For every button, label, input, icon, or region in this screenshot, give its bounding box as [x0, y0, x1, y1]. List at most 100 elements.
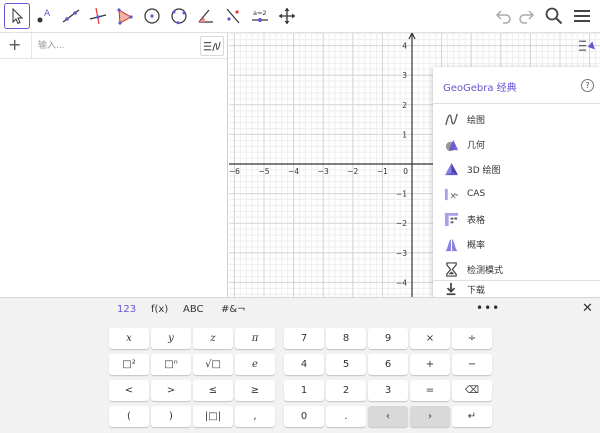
perpendicular-line-icon — [89, 7, 107, 25]
circle-center-tool-button[interactable] — [139, 3, 165, 29]
keyboard-key[interactable]: , — [235, 406, 275, 427]
axis-tick-label: −4 — [396, 278, 407, 287]
keyboard-key[interactable]: 8 — [326, 328, 366, 349]
keyboard-key[interactable]: 0 — [284, 406, 324, 427]
keyboard-key[interactable]: ) — [151, 406, 191, 427]
redo-button[interactable] — [514, 4, 538, 28]
angle-icon — [198, 9, 213, 23]
keyboard-key[interactable]: 1 — [284, 380, 324, 401]
search-icon — [545, 7, 563, 25]
keyboard-key[interactable]: ÷ — [452, 328, 492, 349]
axis-tick-label: 0 — [403, 167, 408, 176]
keyboard-key[interactable]: × — [410, 328, 450, 349]
undo-icon — [495, 10, 511, 24]
exam-mode-icon — [443, 261, 459, 277]
keyboard-key[interactable]: |□| — [193, 406, 233, 427]
axis-tick-label: −3 — [396, 249, 407, 258]
keyboard-tab-symbols[interactable]: #&¬ — [221, 304, 246, 315]
axis-tick-label: −4 — [288, 167, 299, 176]
keyboard-key[interactable]: 7 — [284, 328, 324, 349]
keyboard-key[interactable]: − — [452, 354, 492, 375]
keyboard-key[interactable]: π — [235, 328, 275, 349]
keyboard-key[interactable]: □² — [109, 354, 149, 375]
menu-item-label: 绘图 — [467, 115, 486, 126]
undo-button[interactable] — [492, 4, 516, 28]
algebra-row-divider — [31, 33, 32, 59]
keyboard-key[interactable]: < — [109, 380, 149, 401]
keyboard-tab-numbers[interactable]: 123 — [117, 304, 136, 315]
keyboard-key[interactable]: 5 — [326, 354, 366, 375]
keyboard-key[interactable]: z — [193, 328, 233, 349]
graphing-icon — [443, 111, 459, 127]
keyboard-key[interactable]: e — [235, 354, 275, 375]
menu-item-3d-graphing[interactable]: 3D 绘图 — [433, 157, 600, 181]
keyboard-key[interactable]: √□ — [193, 354, 233, 375]
menu-item-cas[interactable]: × CAS — [433, 182, 600, 206]
menu-item-spreadsheet[interactable]: 表格 — [433, 207, 600, 231]
move-tool-button[interactable] — [4, 3, 30, 29]
menu-item-exam-mode[interactable]: 检测模式 — [433, 257, 600, 281]
slider-tool-label: a=2 — [253, 9, 267, 17]
axis-tick-label: 3 — [402, 71, 407, 80]
circle-with-center-icon — [144, 8, 160, 24]
keyboard-key[interactable]: 6 — [368, 354, 408, 375]
menu-item-graphing[interactable]: 绘图 — [433, 107, 600, 131]
keyboard-key[interactable]: ( — [109, 406, 149, 427]
keyboard-key[interactable]: + — [410, 354, 450, 375]
keyboard-key[interactable]: > — [151, 380, 191, 401]
keyboard-key[interactable]: 2 — [326, 380, 366, 401]
keyboard-key[interactable]: 3 — [368, 380, 408, 401]
menu-item-label: 下载 — [467, 285, 486, 296]
keyboard-key[interactable]: = — [410, 380, 450, 401]
enter-key[interactable]: ↵ — [452, 406, 492, 427]
probability-icon — [443, 236, 459, 252]
keyboard-key[interactable]: ‹ — [368, 406, 408, 427]
polygon-tool-button[interactable] — [112, 3, 138, 29]
keyboard-key[interactable]: x — [109, 328, 149, 349]
menu-item-probability[interactable]: 概率 — [433, 232, 600, 256]
graphics-style-button[interactable] — [577, 37, 597, 55]
line-icon — [62, 9, 80, 23]
perpendicular-tool-button[interactable] — [85, 3, 111, 29]
cas-icon: × — [443, 186, 459, 202]
circle-three-points-icon — [171, 8, 187, 25]
keyboard-key[interactable]: . — [326, 406, 366, 427]
close-keyboard-icon[interactable]: ✕ — [582, 301, 593, 316]
point-tool-button[interactable]: A — [31, 3, 57, 29]
algebra-view: + 输入... — [0, 33, 228, 297]
line-tool-button[interactable] — [58, 3, 84, 29]
help-icon[interactable]: ? — [581, 79, 594, 92]
cross-arrows-icon — [279, 8, 295, 24]
main-menu-button[interactable] — [570, 4, 594, 28]
keyboard-key[interactable]: □ⁿ — [151, 354, 191, 375]
keyboard-key[interactable]: y — [151, 328, 191, 349]
menu-item-label: 几何 — [467, 140, 486, 151]
keyboard-tab-functions[interactable]: f(x) — [151, 304, 168, 315]
keyboard-key[interactable]: ≤ — [193, 380, 233, 401]
keyboard-key[interactable]: 4 — [284, 354, 324, 375]
menu-title: GeoGebra 经典 — [443, 83, 517, 94]
angle-tool-button[interactable] — [193, 3, 219, 29]
more-options-icon[interactable]: ••• — [476, 301, 500, 315]
algebra-input-row: + 输入... — [0, 33, 227, 59]
slider-tool-button[interactable]: a=2 — [247, 3, 273, 29]
keyboard-key[interactable]: › — [410, 406, 450, 427]
redo-icon — [519, 10, 535, 24]
reflect-tool-button[interactable] — [220, 3, 246, 29]
algebra-input[interactable]: 输入... — [38, 38, 65, 51]
search-button[interactable] — [542, 4, 566, 28]
keyboard-key[interactable]: ≥ — [235, 380, 275, 401]
menu-item-geometry[interactable]: 几何 — [433, 132, 600, 156]
virtual-keyboard: 123 f(x) ABC #&¬ ••• ✕ x y z π □² □ⁿ √□ e < > ≤ ≥ ()… — [0, 297, 600, 433]
move-view-tool-button[interactable] — [274, 3, 300, 29]
geometry-icon — [443, 136, 459, 152]
keyboard-key[interactable]: 9 — [368, 328, 408, 349]
backspace-key[interactable]: ⌫ — [452, 380, 492, 401]
perspectives-menu: GeoGebra 经典 ? 绘图 几何 3D 绘图 × CAS 表格 概率 检测… — [433, 67, 600, 297]
add-item-button[interactable]: + — [8, 36, 21, 54]
algebra-style-button[interactable] — [200, 36, 224, 56]
geogebra-app: A a=2 + 输入... −6 −5 −4 −3 −2 −1 0 4 3 2 … — [0, 0, 600, 433]
menu-item-download[interactable]: 下载 — [433, 281, 600, 297]
circle-three-points-tool-button[interactable] — [166, 3, 192, 29]
keyboard-tab-letters[interactable]: ABC — [183, 304, 204, 315]
